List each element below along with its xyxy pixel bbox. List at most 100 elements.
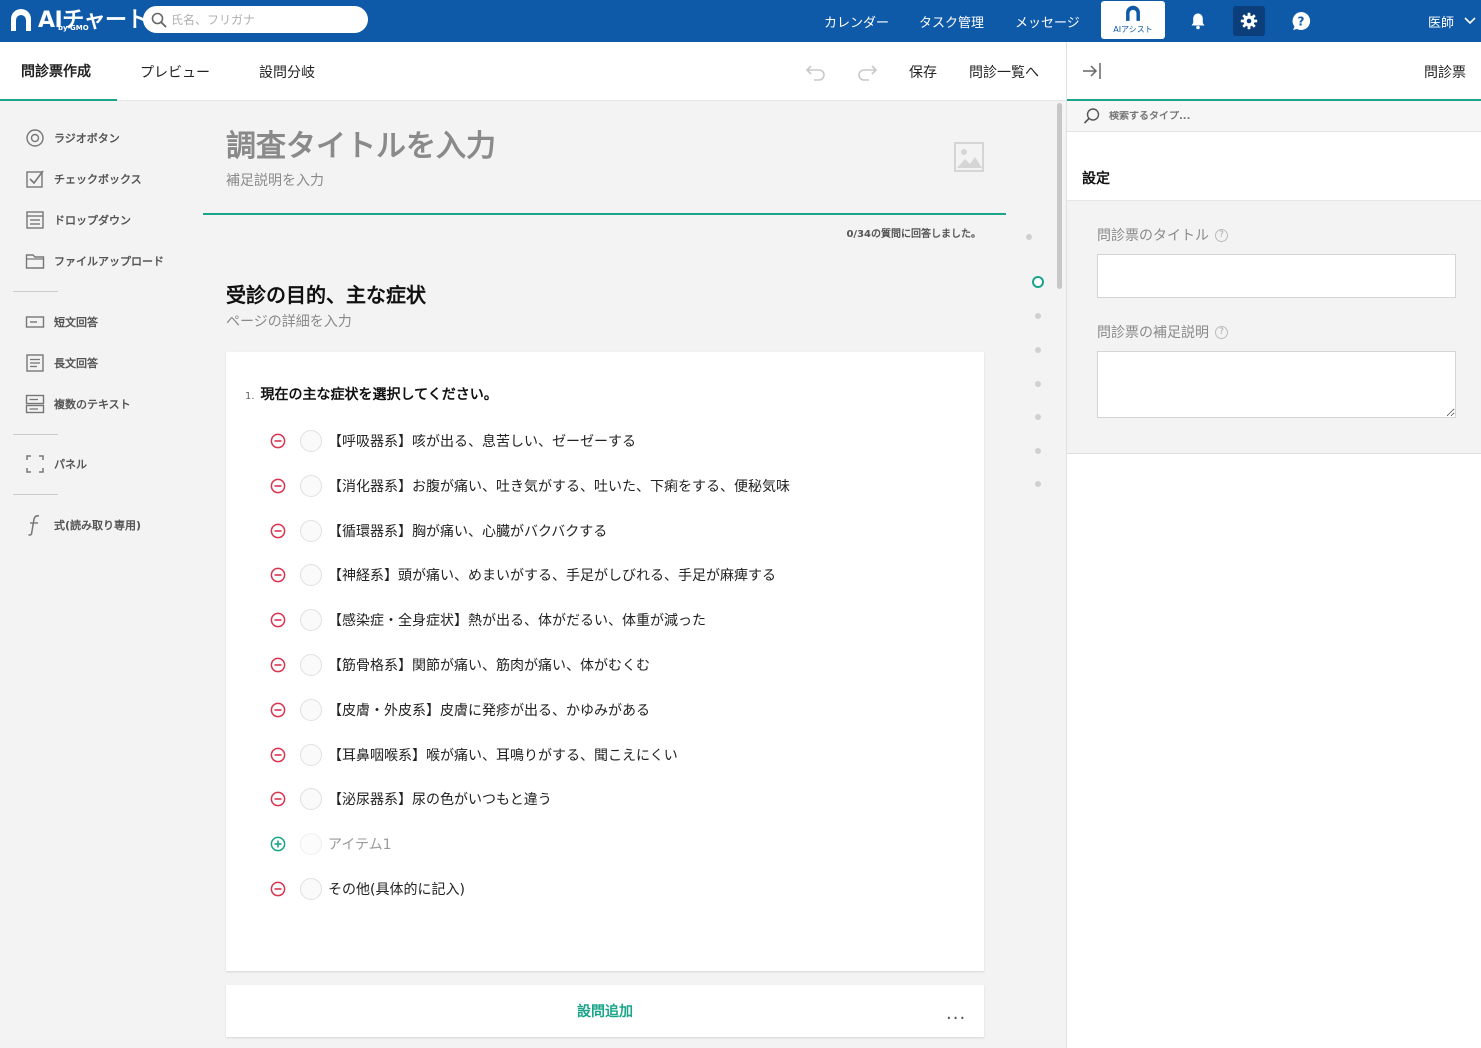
add-question-button[interactable]: 設問追加	[226, 985, 984, 1037]
choice-radio[interactable]	[300, 788, 322, 810]
choice-row[interactable]: 【循環器系】胸が痛い、心臓がバクバクする	[269, 519, 607, 543]
patient-search-input[interactable]	[171, 12, 351, 27]
choice-radio[interactable]	[300, 520, 322, 542]
choice-radio[interactable]	[300, 564, 322, 586]
canvas-scrollbar[interactable]	[1057, 103, 1062, 289]
page-nav-dot[interactable]	[1035, 347, 1041, 353]
palette-item-label: ラジオボタン	[54, 132, 120, 145]
choice-row[interactable]: 【呼吸器系】咳が出る、息苦しい、ゼーゼーする	[269, 429, 636, 453]
remove-choice-icon[interactable]	[269, 880, 287, 898]
choice-radio[interactable]	[300, 744, 322, 766]
tab-survey-editor[interactable]: 問診票作成	[0, 42, 117, 101]
page-nav-dot[interactable]	[1035, 448, 1041, 454]
ai-assist-button[interactable]: AIアシスト	[1101, 1, 1165, 39]
settings-section-header[interactable]: 設定	[1067, 132, 1481, 201]
choice-radio[interactable]	[300, 833, 322, 855]
survey-logo-placeholder[interactable]	[953, 141, 985, 177]
notifications-button[interactable]	[1182, 6, 1214, 36]
remove-choice-icon[interactable]	[269, 611, 287, 629]
help-icon[interactable]: ?	[1215, 325, 1228, 339]
palette-item-checkbox[interactable]: チェックボックス	[24, 167, 142, 191]
palette-item-panel[interactable]: パネル	[24, 452, 87, 476]
palette-item-dropdown[interactable]: ドロップダウン	[24, 208, 131, 232]
choice-row[interactable]: 【耳鼻咽喉系】喉が痛い、耳鳴りがする、聞こえにくい	[269, 743, 678, 767]
page-nav-current[interactable]	[1032, 276, 1044, 288]
palette-item-formula[interactable]: 式(読み取り専用)	[24, 513, 141, 537]
choice-label[interactable]: 【消化器系】お腹が痛い、吐き気がする、吐いた、下痢をする、便秘気味	[328, 476, 790, 496]
choice-row[interactable]: 【消化器系】お腹が痛い、吐き気がする、吐いた、下痢をする、便秘気味	[269, 474, 790, 498]
choice-radio[interactable]	[300, 699, 322, 721]
properties-search-input[interactable]	[1109, 110, 1409, 122]
question-card[interactable]: 1. 現在の主な症状を選択してください。 【呼吸器系】咳が出る、息苦しい、ゼーゼー…	[226, 352, 984, 971]
back-to-list-button[interactable]: 問診一覧へ	[969, 42, 1039, 101]
help-icon[interactable]: ?	[1215, 228, 1228, 242]
remove-choice-icon[interactable]	[269, 790, 287, 808]
remove-choice-icon[interactable]	[269, 477, 287, 495]
more-options-button[interactable]: ...	[946, 1005, 966, 1023]
remove-choice-icon[interactable]	[269, 701, 287, 719]
choice-row[interactable]: 【泌尿器系】尿の色がいつもと違う	[269, 787, 552, 811]
bell-icon	[1191, 13, 1205, 30]
nav-calendar[interactable]: カレンダー	[824, 0, 889, 42]
choice-radio[interactable]	[300, 430, 322, 452]
choice-row[interactable]: 【神経系】頭が痛い、めまいがする、手足がしびれる、手足が麻痺する	[269, 563, 776, 587]
palette-item-radio[interactable]: ラジオボタン	[24, 126, 120, 150]
page-description[interactable]: ページの詳細を入力	[226, 311, 352, 331]
survey-description-field[interactable]	[1097, 351, 1456, 418]
settings-button[interactable]	[1233, 6, 1265, 36]
choice-label[interactable]: 【泌尿器系】尿の色がいつもと違う	[328, 789, 552, 809]
palette-item-multiple-text[interactable]: 複数のテキスト	[24, 392, 131, 416]
choice-radio[interactable]	[300, 609, 322, 631]
remove-choice-icon[interactable]	[269, 432, 287, 450]
nav-task-management[interactable]: タスク管理	[919, 0, 984, 42]
choice-radio[interactable]	[300, 878, 322, 900]
choice-label[interactable]: 【呼吸器系】咳が出る、息苦しい、ゼーゼーする	[328, 431, 636, 451]
remove-choice-icon[interactable]	[269, 746, 287, 764]
survey-title-input[interactable]: 調査タイトルを入力	[226, 121, 496, 165]
remove-choice-icon[interactable]	[269, 522, 287, 540]
remove-choice-icon[interactable]	[269, 656, 287, 674]
palette-item-file-upload[interactable]: ファイルアップロード	[24, 249, 164, 273]
page-nav-dot[interactable]	[1035, 414, 1041, 420]
redo-button[interactable]	[856, 42, 878, 101]
collapse-panel-button[interactable]	[1081, 60, 1103, 86]
user-menu[interactable]: 医師	[1428, 0, 1477, 42]
page-nav-dot[interactable]	[1035, 481, 1041, 487]
help-button[interactable]: ?	[1285, 6, 1317, 36]
remove-choice-icon[interactable]	[269, 566, 287, 584]
survey-description-input[interactable]: 補足説明を入力	[226, 170, 324, 190]
page-nav-dot[interactable]	[1026, 234, 1032, 240]
choice-row[interactable]: 【皮膚・外皮系】皮膚に発疹が出る、かゆみがある	[269, 698, 650, 722]
choice-label[interactable]: 【皮膚・外皮系】皮膚に発疹が出る、かゆみがある	[328, 700, 650, 720]
page-nav-dot[interactable]	[1035, 381, 1041, 387]
choice-label[interactable]: 【耳鼻咽喉系】喉が痛い、耳鳴りがする、聞こえにくい	[328, 745, 678, 765]
palette-item-long-text[interactable]: 長文回答	[24, 351, 98, 375]
choice-row[interactable]: 【筋骨格系】関節が痛い、筋肉が痛い、体がむくむ	[269, 653, 650, 677]
new-choice-row[interactable]: アイテム1	[269, 832, 392, 856]
choice-row[interactable]: その他(具体的に記入)	[269, 877, 465, 901]
save-button[interactable]: 保存	[909, 42, 937, 101]
undo-button[interactable]	[805, 42, 827, 101]
choice-radio[interactable]	[300, 654, 322, 676]
app-logo[interactable]: AIチャート	[8, 4, 149, 38]
properties-title: 問診票	[1424, 65, 1466, 81]
page-nav-dot[interactable]	[1035, 313, 1041, 319]
choice-label[interactable]: アイテム1	[328, 834, 392, 854]
page-title[interactable]: 受診の目的、主な症状	[226, 279, 426, 308]
palette-item-short-text[interactable]: 短文回答	[24, 310, 98, 334]
choice-label[interactable]: 【感染症・全身症状】熱が出る、体がだるい、体重が減った	[328, 610, 706, 630]
question-title[interactable]: 1. 現在の主な症状を選択してください。	[245, 384, 498, 404]
choice-label[interactable]: その他(具体的に記入)	[328, 879, 465, 899]
tab-question-branching[interactable]: 設問分岐	[259, 42, 315, 101]
progress-text: 0/34の質問に回答しました。	[846, 229, 981, 240]
tab-preview[interactable]: プレビュー	[140, 42, 210, 101]
survey-title-field[interactable]	[1097, 254, 1456, 298]
survey-title-field-text: 問診票のタイトル	[1097, 228, 1209, 244]
choice-label[interactable]: 【神経系】頭が痛い、めまいがする、手足がしびれる、手足が麻痺する	[328, 565, 776, 585]
choice-row[interactable]: 【感染症・全身症状】熱が出る、体がだるい、体重が減った	[269, 608, 706, 632]
add-choice-icon[interactable]	[269, 835, 287, 853]
choice-label[interactable]: 【筋骨格系】関節が痛い、筋肉が痛い、体がむくむ	[328, 655, 650, 675]
nav-messages[interactable]: メッセージ	[1015, 0, 1080, 42]
choice-label[interactable]: 【循環器系】胸が痛い、心臓がバクバクする	[328, 521, 607, 541]
choice-radio[interactable]	[300, 475, 322, 497]
